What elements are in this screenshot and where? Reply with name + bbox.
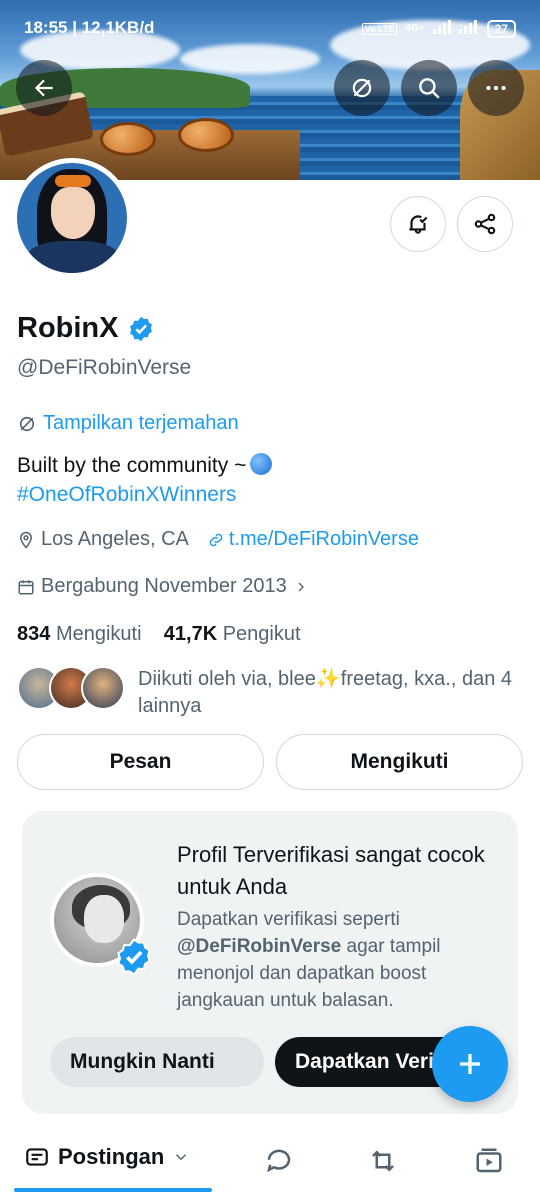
followers-count: 41,7K bbox=[163, 623, 218, 645]
followers-label: Pengikut bbox=[222, 623, 301, 645]
active-tab-indicator bbox=[14, 1188, 212, 1192]
message-button[interactable]: Pesan bbox=[17, 734, 264, 790]
battery-level: 27 bbox=[494, 21, 508, 36]
back-button[interactable] bbox=[16, 60, 72, 116]
chevron-down-icon bbox=[176, 1154, 187, 1161]
promo-desc-handle: @DeFiRobinVerse bbox=[177, 936, 342, 957]
translate-icon bbox=[19, 416, 35, 431]
promo-desc-prefix: Dapatkan verifikasi seperti bbox=[177, 909, 400, 930]
tab-reposts-icon[interactable] bbox=[368, 1146, 398, 1176]
website-text: t.me/DeFiRobinVerse bbox=[228, 528, 419, 550]
verified-badge-icon[interactable] bbox=[127, 315, 155, 343]
status-time: 18:55 | 12,1KB/d bbox=[24, 18, 155, 37]
translate-button[interactable] bbox=[334, 60, 390, 116]
battery-icon: 27 bbox=[486, 19, 516, 38]
compose-button[interactable] bbox=[432, 1026, 508, 1102]
globe-emoji-icon bbox=[250, 453, 273, 475]
notifications-button[interactable] bbox=[390, 196, 446, 252]
profile-name: RobinX bbox=[17, 312, 119, 344]
profile-bio: Built by the community ~ #OneOfRobinXWin… bbox=[17, 451, 273, 509]
joined-date-row[interactable]: Bergabung November 2013 bbox=[17, 575, 309, 598]
arrow-left-icon bbox=[34, 79, 53, 97]
plus-icon bbox=[460, 1054, 480, 1074]
more-button[interactable] bbox=[468, 60, 524, 116]
followed-by-text[interactable]: Diikuti oleh via, blee✨freetag, kxa., da… bbox=[138, 666, 518, 720]
posts-icon bbox=[26, 1148, 48, 1166]
signal-icon bbox=[432, 18, 479, 39]
follow-counts: 834 Mengikuti 41,7K Pengikut bbox=[17, 623, 301, 646]
show-translation-label: Tampilkan terjemahan bbox=[43, 412, 239, 434]
promo-title: Profil Terverifikasi sangat cocok untuk … bbox=[177, 842, 485, 899]
bio-hashtag[interactable]: #OneOfRobinXWinners bbox=[17, 480, 272, 509]
profile-avatar[interactable] bbox=[12, 158, 132, 278]
followers-link[interactable]: 41,7K Pengikut bbox=[164, 623, 301, 645]
following-label: Mengikuti bbox=[55, 623, 142, 645]
joined-text: Bergabung November 2013 bbox=[41, 575, 287, 597]
translate-icon bbox=[352, 78, 372, 98]
bell-check-icon bbox=[409, 215, 428, 234]
more-icon bbox=[486, 85, 506, 91]
promo-description: Dapatkan verifikasi seperti @DeFiRobinVe… bbox=[177, 906, 497, 1014]
tab-posts[interactable]: Postingan bbox=[24, 1144, 190, 1170]
status-bar: 18:55 | 12,1KB/d Vo LTE 4G+ 27 bbox=[0, 0, 540, 56]
maybe-later-button[interactable]: Mungkin Nanti bbox=[50, 1037, 264, 1087]
location-text: Los Angeles, CA bbox=[41, 528, 189, 550]
search-icon bbox=[419, 78, 440, 99]
follower-avatar bbox=[81, 666, 125, 710]
profile-meta-location: Los Angeles, CA t.me/DeFiRobinVerse bbox=[17, 528, 419, 551]
search-button[interactable] bbox=[401, 60, 457, 116]
volte-icon: Vo LTE bbox=[361, 22, 398, 35]
network-type: 4G+ bbox=[405, 23, 425, 34]
following-link[interactable]: 834 Mengikuti bbox=[17, 623, 142, 645]
calendar-icon bbox=[18, 579, 34, 594]
following-count: 834 bbox=[17, 623, 51, 645]
link-icon bbox=[209, 533, 223, 546]
profile-name-row: RobinX bbox=[17, 312, 155, 345]
followed-by-avatars[interactable] bbox=[17, 666, 125, 710]
share-button[interactable] bbox=[457, 196, 513, 252]
tab-media-icon[interactable] bbox=[474, 1146, 504, 1176]
show-translation-link[interactable]: Tampilkan terjemahan bbox=[17, 412, 239, 435]
following-button[interactable]: Mengikuti bbox=[276, 734, 523, 790]
bio-text: Built by the community ~ bbox=[17, 454, 247, 477]
profile-handle: @DeFiRobinVerse bbox=[17, 356, 192, 379]
location-pin-icon bbox=[19, 531, 33, 549]
tab-replies-icon[interactable] bbox=[264, 1146, 294, 1176]
website-link[interactable]: t.me/DeFiRobinVerse bbox=[207, 528, 419, 551]
verified-badge-icon bbox=[117, 938, 151, 976]
share-icon bbox=[474, 213, 496, 235]
chevron-right-icon bbox=[298, 582, 304, 591]
profile-tabs: Postingan bbox=[0, 1132, 540, 1200]
tab-posts-label: Postingan bbox=[58, 1144, 165, 1169]
